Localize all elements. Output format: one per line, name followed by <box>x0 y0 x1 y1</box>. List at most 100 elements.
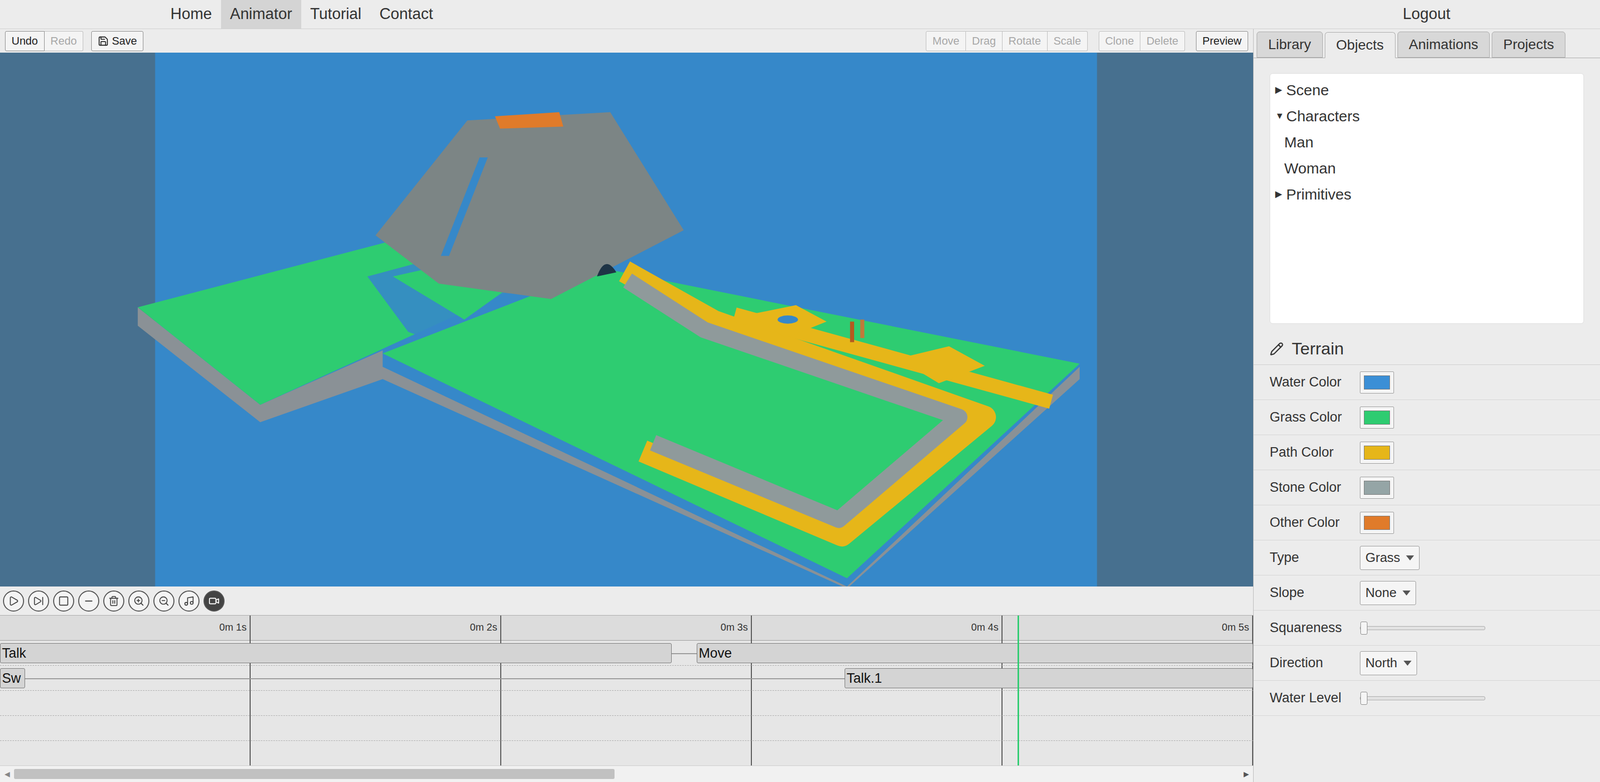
stop-button[interactable] <box>53 590 75 612</box>
side-panel: LibraryObjectsAnimationsProjects ▶Scene▼C… <box>1253 29 1600 782</box>
nav-item[interactable]: Contact <box>370 0 443 29</box>
track-row: Talk Move <box>0 640 1254 666</box>
music-button[interactable] <box>178 590 200 612</box>
button-group: Save <box>91 31 144 52</box>
slider[interactable] <box>1359 626 1486 631</box>
color-swatch[interactable] <box>1359 441 1394 464</box>
panel-tab[interactable]: Library <box>1256 31 1323 58</box>
property-row: Other Color <box>1253 505 1600 541</box>
timeline[interactable]: 0m 1s0m 2s0m 3s0m 4s0m 5sTalk Move Sw Talk.… <box>0 615 1254 766</box>
nav-item[interactable]: Home <box>161 0 222 29</box>
property-label: Squareness <box>1269 617 1360 639</box>
save-button[interactable]: Save <box>91 31 144 52</box>
tree-item[interactable]: ▼Characters <box>1275 102 1579 129</box>
zoom-out-icon <box>158 595 170 607</box>
logout-link[interactable]: Logout <box>1403 2 1451 27</box>
tree-item[interactable]: ▶Primitives <box>1275 180 1579 208</box>
timeline-scrollbar[interactable]: ◀▶ <box>0 765 1254 782</box>
color-swatch[interactable] <box>1359 476 1394 499</box>
property-label: Water Level <box>1269 687 1360 709</box>
rotate-button[interactable]: Rotate <box>1002 31 1048 52</box>
zoom-out-button[interactable] <box>153 590 175 612</box>
play-icon <box>8 595 20 607</box>
undo-button[interactable]: Undo <box>5 31 45 52</box>
playhead[interactable] <box>1017 615 1020 766</box>
viewport[interactable] <box>0 52 1254 587</box>
scroll-left-arrow[interactable]: ◀ <box>0 768 15 780</box>
button-group: CloneDelete <box>1098 31 1185 52</box>
scroll-track <box>14 768 1240 779</box>
zoom-in-icon <box>133 595 145 607</box>
minus-icon <box>83 595 95 607</box>
panel-tab[interactable]: Objects <box>1324 32 1396 59</box>
select-dropdown[interactable]: Grass <box>1359 545 1420 570</box>
color-swatch[interactable] <box>1359 511 1394 534</box>
trash-icon <box>108 595 120 607</box>
zoom-in-button[interactable] <box>128 590 150 612</box>
pencil-icon <box>1269 341 1284 356</box>
slider[interactable] <box>1359 696 1486 701</box>
panel-tab[interactable]: Animations <box>1397 31 1491 58</box>
property-label: Type <box>1269 547 1360 568</box>
step-button[interactable] <box>28 590 50 612</box>
expand-arrow[interactable]: ▶ <box>1275 83 1287 97</box>
expand-arrow[interactable]: ▶ <box>1275 187 1287 202</box>
trash-button[interactable] <box>103 590 125 612</box>
tree-item[interactable]: ▶Scene <box>1275 76 1579 103</box>
slider-thumb[interactable] <box>1360 691 1368 705</box>
panel-tabs: LibraryObjectsAnimationsProjects <box>1253 29 1600 59</box>
caret-icon <box>1406 555 1415 561</box>
delete-button[interactable]: Delete <box>1140 31 1185 52</box>
tree-node: ▶Primitives <box>1275 180 1579 208</box>
stop-icon <box>58 595 70 607</box>
slider-thumb[interactable] <box>1360 621 1368 635</box>
track-row <box>0 740 1254 766</box>
property-row: SlopeNone <box>1253 575 1600 611</box>
property-label: Path Color <box>1269 442 1360 463</box>
property-row: Stone Color <box>1253 470 1600 506</box>
property-row: Water Color <box>1253 364 1600 400</box>
tree-item[interactable]: Woman <box>1275 154 1579 181</box>
play-button[interactable] <box>3 590 25 612</box>
tick-label: 0m 1s <box>156 619 247 635</box>
button-group: Preview <box>1195 31 1249 52</box>
color-swatch[interactable] <box>1359 371 1394 394</box>
drag-button[interactable]: Drag <box>965 31 1003 52</box>
panel-tab[interactable]: Projects <box>1491 31 1566 58</box>
scale-button[interactable]: Scale <box>1047 31 1088 52</box>
camera-button[interactable] <box>203 590 225 612</box>
move-button[interactable]: Move <box>925 31 966 52</box>
clip[interactable]: Move <box>696 643 1254 664</box>
property-row: Water Level <box>1253 680 1600 716</box>
minus-button[interactable] <box>78 590 100 612</box>
property-row: Grass Color <box>1253 400 1600 436</box>
scene-drawing <box>0 52 1254 587</box>
button-group: MoveDragRotateScale <box>925 31 1088 52</box>
clone-button[interactable]: Clone <box>1098 31 1141 52</box>
scroll-right-arrow[interactable]: ▶ <box>1239 768 1254 780</box>
clip[interactable]: Talk.1 <box>844 668 1254 689</box>
editor: UndoRedoSaveMoveDragRotateScaleCloneDele… <box>0 29 1254 782</box>
tree-item[interactable]: Man <box>1275 128 1579 155</box>
select-dropdown[interactable]: North <box>1359 651 1418 676</box>
scroll-thumb[interactable] <box>14 768 615 779</box>
time-ruler: 0m 1s0m 2s0m 3s0m 4s0m 5s <box>0 615 1254 641</box>
nav-item[interactable]: Animator <box>221 0 302 29</box>
expand-arrow[interactable]: ▼ <box>1275 109 1287 123</box>
select-dropdown[interactable]: None <box>1359 580 1417 606</box>
clip[interactable]: Talk <box>0 643 672 664</box>
button-group: UndoRedo <box>5 31 84 52</box>
color-swatch[interactable] <box>1359 406 1394 429</box>
redo-button[interactable]: Redo <box>44 31 84 52</box>
nav-item[interactable]: Tutorial <box>301 0 371 29</box>
property-row: Path Color <box>1253 435 1600 471</box>
property-label: Slope <box>1269 582 1360 604</box>
property-label: Stone Color <box>1269 477 1360 498</box>
preview-button[interactable]: Preview <box>1195 31 1249 52</box>
section-header: Terrain <box>1253 332 1600 365</box>
property-row: Squareness <box>1253 610 1600 646</box>
track-row: Sw Talk.1 <box>0 665 1254 691</box>
property-label: Direction <box>1269 652 1360 674</box>
tick-label: 0m 3s <box>657 619 748 635</box>
clip[interactable]: Sw <box>0 668 26 689</box>
